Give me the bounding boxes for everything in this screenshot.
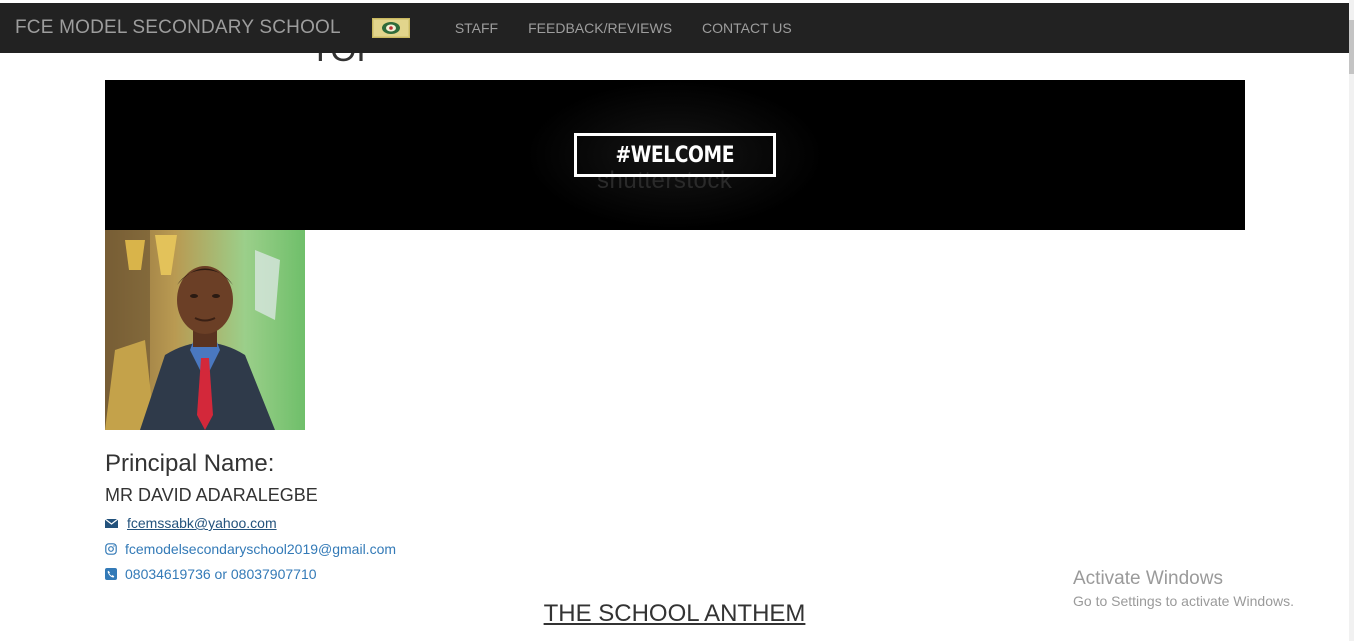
nav-staff[interactable]: STAFF bbox=[455, 20, 498, 36]
activate-windows-subtitle: Go to Settings to activate Windows. bbox=[1073, 593, 1294, 609]
nav-feedback-reviews[interactable]: FEEDBACK/REVIEWS bbox=[528, 20, 672, 36]
email-row: fcemssabk@yahoo.com bbox=[105, 515, 277, 531]
principal-email-link[interactable]: fcemssabk@yahoo.com bbox=[125, 515, 277, 531]
top-navbar: FCE MODEL SECONDARY SCHOOL STAFF FEEDBAC… bbox=[0, 3, 1349, 53]
page-scrollbar[interactable] bbox=[1349, 0, 1354, 641]
instagram-link[interactable]: fcemodelsecondaryschool2019@gmail.com bbox=[125, 541, 396, 557]
nav-contact-us[interactable]: CONTACT US bbox=[702, 20, 792, 36]
welcome-text: #WELCOME bbox=[615, 142, 735, 168]
activate-windows-overlay: Activate Windows Go to Settings to activ… bbox=[1073, 568, 1294, 609]
principal-name: MR DAVID ADARALEGBE bbox=[105, 485, 318, 505]
principal-photo bbox=[105, 230, 305, 430]
school-crest-icon[interactable] bbox=[371, 18, 410, 38]
principal-name-label: Principal Name: bbox=[105, 450, 275, 477]
phone-square-icon bbox=[105, 568, 118, 581]
envelope-icon bbox=[105, 517, 118, 530]
activate-windows-title: Activate Windows bbox=[1073, 568, 1223, 589]
phone-numbers[interactable]: 08034619736 or 08037907710 bbox=[125, 566, 317, 582]
welcome-banner: shutterstock #WELCOME bbox=[105, 80, 1245, 230]
instagram-row: fcemodelsecondaryschool2019@gmail.com bbox=[105, 541, 396, 557]
welcome-box: #WELCOME bbox=[574, 133, 776, 177]
scrollbar-thumb[interactable] bbox=[1349, 20, 1354, 74]
instagram-icon bbox=[105, 543, 118, 556]
phone-row: 08034619736 or 08037907710 bbox=[105, 566, 317, 582]
nav-links: STAFF FEEDBACK/REVIEWS CONTACT US bbox=[455, 20, 822, 36]
brand-link[interactable]: FCE MODEL SECONDARY SCHOOL bbox=[15, 17, 341, 39]
